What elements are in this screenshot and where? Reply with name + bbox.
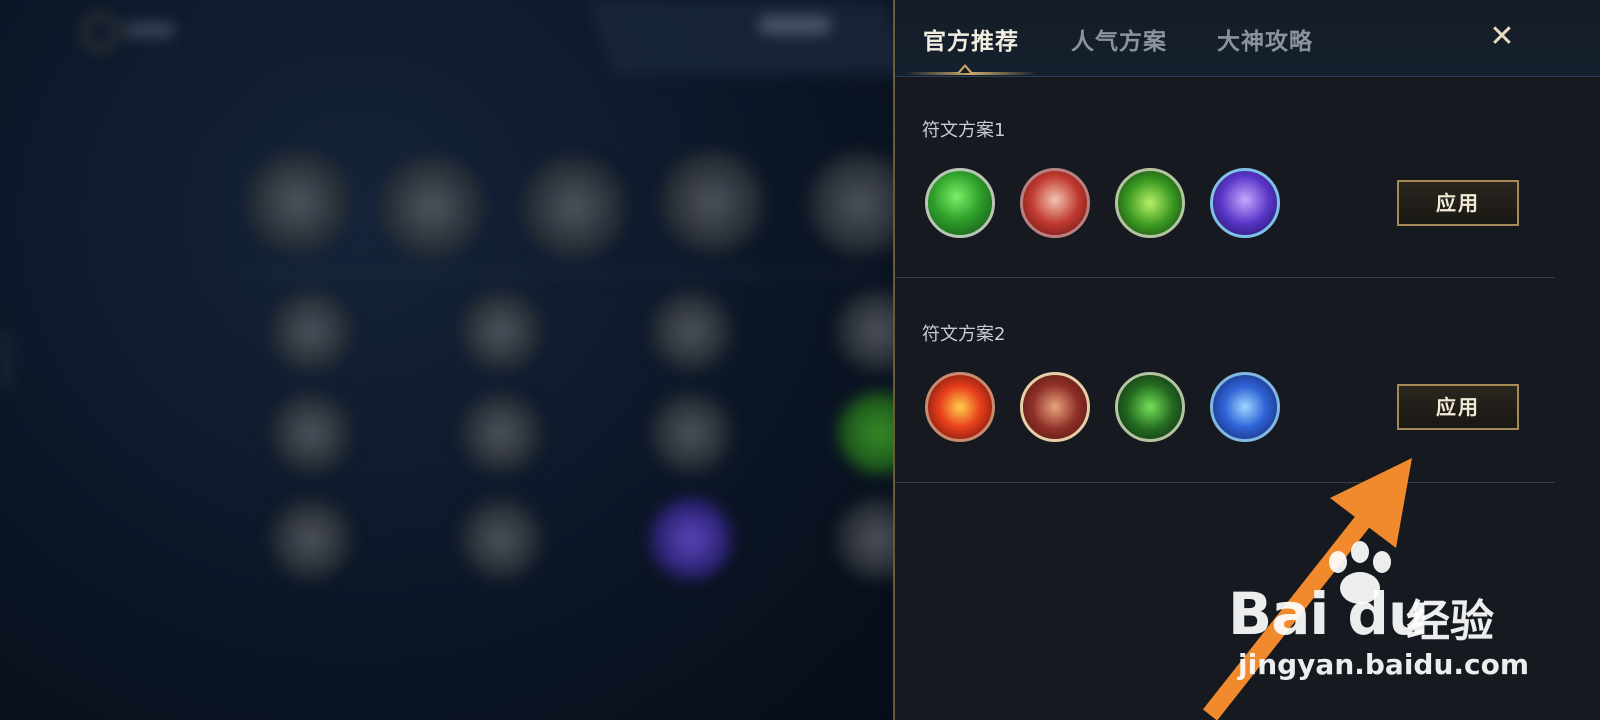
rune-plan-1: 符文方案1 应用 [895,100,1555,300]
background-back-text [126,22,174,38]
blurred-game-background [0,0,893,720]
tab-official-recommend[interactable]: 官方推荐 [923,22,1019,56]
purple-owl-rune-icon [1210,168,1280,238]
plan-divider [895,277,1555,278]
tab-expert-guides[interactable]: 大神攻略 [1217,22,1313,56]
green-leaf-rune-icon [925,168,995,238]
background-divider [240,272,880,274]
background-rune-circle [838,392,893,474]
close-icon[interactable]: ✕ [1487,22,1517,52]
green-beast-rune-icon [1115,372,1185,442]
background-side-number [3,330,11,390]
red-fist-rune-icon [1020,372,1090,442]
background-rune-circle [270,392,352,474]
active-tab-caret [957,64,973,73]
background-rune-circle [246,150,350,254]
background-rune-circle [460,290,542,372]
apply-button[interactable]: 应用 [1397,384,1519,430]
green-swirl-rune-icon [1115,168,1185,238]
red-hand-rune-icon [1020,168,1090,238]
background-rune-circle [460,498,542,580]
background-rune-circle [522,155,626,259]
background-rune-circle [650,498,732,580]
background-rune-circle [270,290,352,372]
tab-bar: 官方推荐 人气方案 大神攻略 ✕ [895,0,1600,77]
background-blur-layer [0,0,893,720]
plan-title: 符文方案2 [922,324,1006,345]
back-icon [82,14,118,50]
background-top-band [586,0,893,75]
background-rune-circle [808,152,893,256]
tab-popular-plans[interactable]: 人气方案 [1071,22,1167,56]
background-rune-circle [836,290,893,372]
background-rune-circle [650,290,732,372]
blue-ring-rune-icon [1210,372,1280,442]
red-lightning-rune-icon [925,372,995,442]
background-rune-circle [460,392,542,474]
background-rune-circle [270,498,352,580]
background-rune-circle [836,498,893,580]
background-rune-circle [650,392,732,474]
background-title-text [760,16,830,34]
apply-button[interactable]: 应用 [1397,180,1519,226]
background-rune-circle [380,155,484,259]
plan-title: 符文方案1 [922,120,1006,141]
background-rune-circle [660,150,764,254]
orange-arrow-icon [1202,458,1412,720]
